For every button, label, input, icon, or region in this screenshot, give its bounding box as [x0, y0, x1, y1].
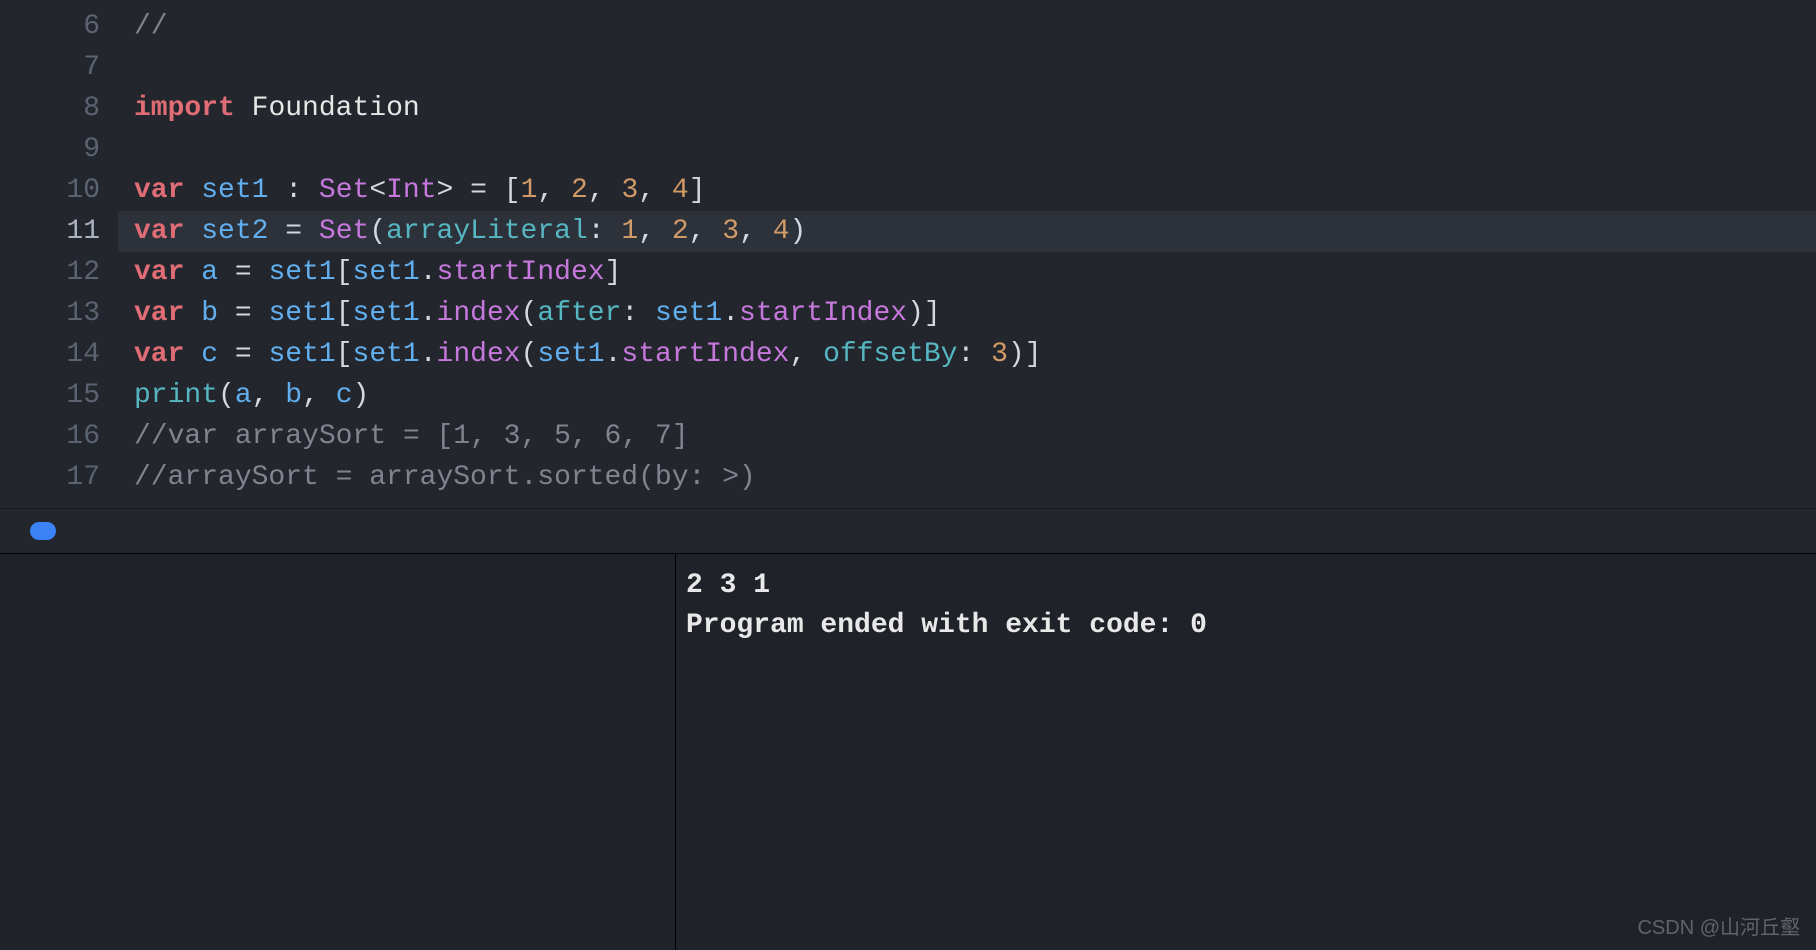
- comment-token: //arraySort = arraySort.sorted(by: >): [134, 462, 756, 493]
- watermark-text: CSDN @山河丘壑: [1637, 911, 1800, 940]
- code-line[interactable]: [118, 129, 1816, 170]
- debug-bar: [0, 508, 1816, 554]
- line-number: 15: [0, 375, 118, 416]
- code-content[interactable]: // import Foundation var set1 : Set<Int>…: [118, 0, 1816, 508]
- code-line[interactable]: var a = set1[set1.startIndex]: [118, 252, 1816, 293]
- debug-area: 2 3 1Program ended with exit code: 0: [0, 554, 1816, 950]
- identifier-token: set1: [201, 175, 268, 206]
- module-token: Foundation: [252, 93, 420, 124]
- line-number: 10: [0, 170, 118, 211]
- line-number: 8: [0, 88, 118, 129]
- variables-pane[interactable]: [0, 554, 676, 950]
- comment-token: //var arraySort = [1, 3, 5, 6, 7]: [134, 421, 689, 452]
- line-number: 6: [0, 6, 118, 47]
- code-line[interactable]: var set1 : Set<Int> = [1, 2, 3, 4]: [118, 170, 1816, 211]
- line-number: 9: [0, 129, 118, 170]
- console-output[interactable]: 2 3 1Program ended with exit code: 0: [676, 554, 1816, 950]
- debug-indicator-icon[interactable]: [30, 522, 56, 540]
- argument-label-token: arrayLiteral: [386, 216, 588, 247]
- comment-token: //: [134, 11, 168, 42]
- code-line[interactable]: //: [118, 6, 1816, 47]
- code-line[interactable]: var c = set1[set1.index(set1.startIndex,…: [118, 334, 1816, 375]
- code-line[interactable]: [118, 47, 1816, 88]
- type-token: Int: [386, 175, 436, 206]
- code-line[interactable]: print(a, b, c): [118, 375, 1816, 416]
- number-token: 1: [521, 175, 538, 206]
- code-line-active[interactable]: var set2 = Set(arrayLiteral: 1, 2, 3, 4): [118, 211, 1816, 252]
- line-number: 7: [0, 47, 118, 88]
- keyword-token: import: [134, 93, 235, 124]
- code-line[interactable]: //arraySort = arraySort.sorted(by: >): [118, 457, 1816, 498]
- function-call-token: print: [134, 380, 218, 411]
- code-line[interactable]: var b = set1[set1.index(after: set1.star…: [118, 293, 1816, 334]
- code-editor[interactable]: 67891011121314151617 // import Foundatio…: [0, 0, 1816, 508]
- line-number: 14: [0, 334, 118, 375]
- property-token: startIndex: [437, 257, 605, 288]
- line-number: 12: [0, 252, 118, 293]
- keyword-token: var: [134, 175, 184, 206]
- console-line: Program ended with exit code: 0: [686, 606, 1806, 646]
- code-line[interactable]: import Foundation: [118, 88, 1816, 129]
- console-line: 2 3 1: [686, 566, 1806, 606]
- line-number-gutter: 67891011121314151617: [0, 0, 118, 508]
- line-number: 17: [0, 457, 118, 498]
- type-token: Set: [319, 175, 369, 206]
- line-number: 16: [0, 416, 118, 457]
- line-number: 13: [0, 293, 118, 334]
- line-number: 11: [0, 211, 118, 252]
- code-line[interactable]: //var arraySort = [1, 3, 5, 6, 7]: [118, 416, 1816, 457]
